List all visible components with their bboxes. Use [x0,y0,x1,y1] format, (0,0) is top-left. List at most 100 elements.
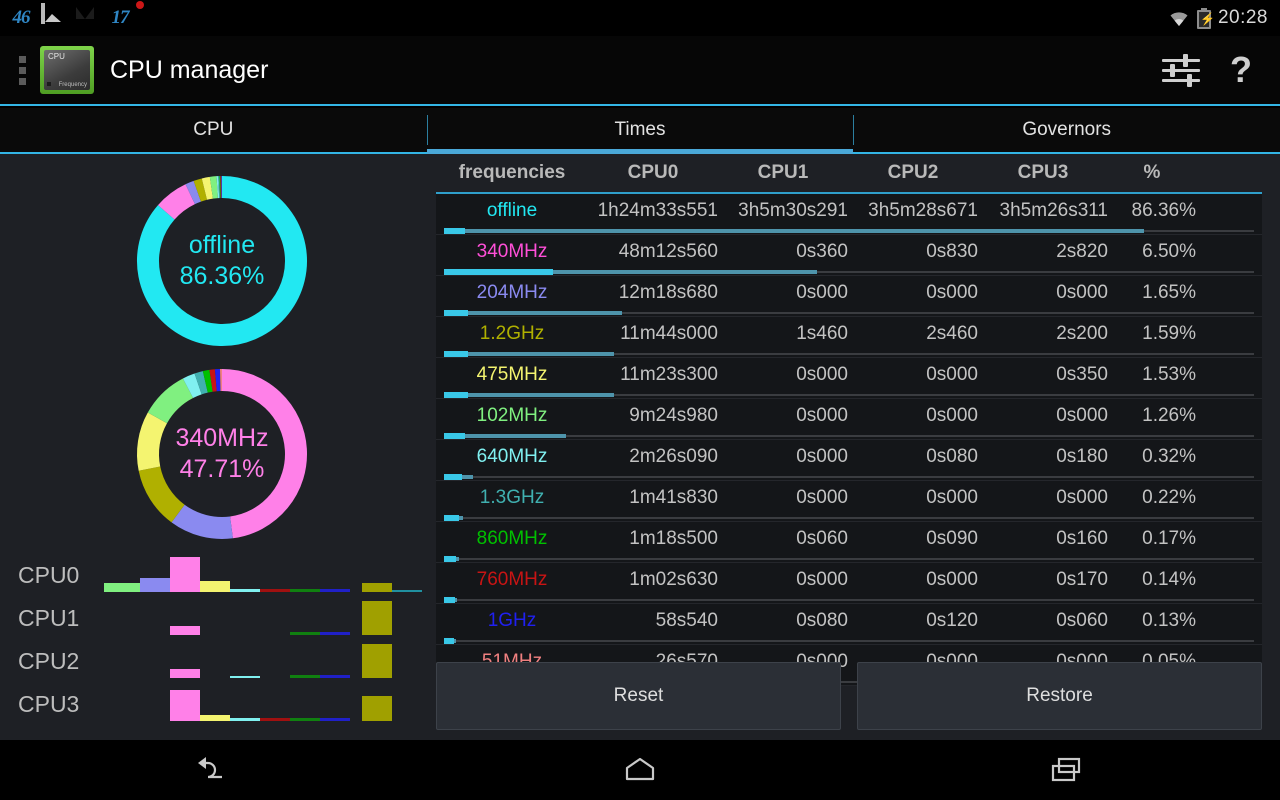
table-cell-frequency: 102MHz [436,405,588,427]
table-row[interactable]: 860MHz1m18s5000s0600s0900s1600.17% [436,522,1262,563]
frequency-times-table: frequencies CPU0 CPU1 CPU2 CPU3 % offlin… [436,154,1262,740]
table-row[interactable]: 102MHz9m24s9800s0000s0000s0001.26% [436,399,1262,440]
tab-cpu[interactable]: CPU [0,108,427,152]
table-row[interactable]: 640MHz2m26s0900s0000s0800s1800.32% [436,440,1262,481]
table-cell-cpu1: 0s000 [718,282,848,304]
cpu-bar-group [104,554,434,597]
table-cell-percent: 0.32% [1108,446,1196,468]
cpu-bar [320,632,350,635]
offline-donut[interactable]: offline 86.36% [133,172,311,350]
cpu-bar [170,669,200,678]
row-progress-bar [436,269,1262,275]
table-row[interactable]: 760MHz1m02s6300s0000s0000s1700.14% [436,563,1262,604]
table-header-frequencies: frequencies [436,162,588,184]
cpu-bar-row-label: CPU2 [18,640,79,683]
settings-button[interactable] [1162,55,1200,85]
table-cell-cpu2: 2s460 [848,323,978,345]
offline-donut-percent: 86.36% [180,262,265,291]
cpu-bar-row: CPU3 [0,683,434,726]
tab-governors[interactable]: Governors [853,108,1280,152]
app-icon-label-bottom: Frequency [59,82,87,88]
frequency-donut-label: 340MHz 47.71% [133,365,311,543]
table-cell-cpu3: 0s000 [978,282,1108,304]
row-progress-bar [436,392,1262,398]
table-cell-cpu3: 0s000 [978,405,1108,427]
app-icon[interactable]: CPU Frequency [40,46,94,94]
table-cell-cpu2: 0s080 [848,446,978,468]
table-cell-cpu0: 11m23s300 [588,364,718,386]
home-button[interactable] [580,746,700,794]
table-body: offline1h24m33s5513h5m30s2913h5m28s6713h… [436,194,1262,686]
table-cell-cpu1: 0s000 [718,487,848,509]
row-progress-primary [444,597,455,603]
cpu-bar-group [104,683,434,726]
table-cell-cpu2: 0s000 [848,569,978,591]
row-progress-track [444,599,1254,601]
table-row[interactable]: offline1h24m33s5513h5m30s2913h5m28s6713h… [436,194,1262,235]
row-progress-primary [444,310,468,316]
offline-donut-title: offline [189,231,255,260]
row-progress-track [444,517,1254,519]
row-progress-primary [444,515,459,521]
help-button[interactable]: ? [1230,55,1252,85]
main-content: offline 86.36% 340MHz 47.71% CPU0CPU1CPU… [0,154,1280,740]
cpu-bar [140,578,170,592]
cpu-bar-row: CPU2 [0,640,434,683]
table-row[interactable]: 1GHz58s5400s0800s1200s0600.13% [436,604,1262,645]
table-cell-frequency: 760MHz [436,569,588,591]
table-cell-percent: 1.53% [1108,364,1196,386]
table-cell-percent: 6.50% [1108,241,1196,263]
help-icon: ? [1230,55,1252,85]
row-progress-bar [436,433,1262,439]
restore-button[interactable]: Restore [857,662,1262,730]
table-cell-frequency: 1.2GHz [436,323,588,345]
table-cell-cpu1: 0s060 [718,528,848,550]
table-row[interactable]: 340MHz48m12s5600s3600s8302s8206.50% [436,235,1262,276]
table-cell-cpu1: 0s360 [718,241,848,263]
row-progress-bar [436,556,1262,562]
table-cell-cpu0: 1m41s830 [588,487,718,509]
offline-donut-label: offline 86.36% [133,172,311,350]
row-progress-secondary [444,311,622,315]
row-progress-track [444,640,1254,642]
table-cell-cpu0: 1h24m33s551 [588,200,718,222]
table-header-cpu2: CPU2 [848,162,978,184]
row-progress-bar [436,474,1262,480]
row-progress-bar [436,228,1262,234]
recents-button[interactable] [1007,746,1127,794]
table-row[interactable]: 1.2GHz11m44s0001s4602s4602s2001.59% [436,317,1262,358]
table-cell-cpu2: 3h5m28s671 [848,200,978,222]
table-row[interactable]: 475MHz11m23s3000s0000s0000s3501.53% [436,358,1262,399]
cpu-bar [260,589,290,592]
tab-times[interactable]: Times [427,108,854,152]
table-cell-percent: 1.26% [1108,405,1196,427]
table-cell-percent: 0.13% [1108,610,1196,632]
table-row[interactable]: 204MHz12m18s6800s0000s0000s0001.65% [436,276,1262,317]
overflow-menu-button[interactable] [10,56,34,85]
table-actions: Reset Restore [436,662,1262,730]
cpu-bar [362,601,392,635]
photo-icon [41,5,67,31]
notif-46-icon: 46 [8,5,34,31]
cpu-bar [290,589,320,592]
row-progress-bar [436,310,1262,316]
cpu-bar [320,589,350,592]
reset-button[interactable]: Reset [436,662,841,730]
frequency-donut[interactable]: 340MHz 47.71% [133,365,311,543]
status-clock: 20:28 [1218,7,1268,29]
table-cell-cpu3: 0s060 [978,610,1108,632]
cpu-bar [362,696,392,721]
table-cell-cpu3: 2s820 [978,241,1108,263]
row-progress-primary [444,269,553,275]
table-cell-cpu3: 0s000 [978,487,1108,509]
record-icon [140,5,166,31]
back-button[interactable] [153,746,273,794]
table-cell-cpu0: 58s540 [588,610,718,632]
table-cell-cpu3: 0s350 [978,364,1108,386]
table-cell-cpu2: 0s000 [848,364,978,386]
table-cell-cpu1: 0s000 [718,569,848,591]
row-progress-track [444,558,1254,560]
table-cell-cpu3: 0s170 [978,569,1108,591]
table-header-cpu3: CPU3 [978,162,1108,184]
table-row[interactable]: 1.3GHz1m41s8300s0000s0000s0000.22% [436,481,1262,522]
